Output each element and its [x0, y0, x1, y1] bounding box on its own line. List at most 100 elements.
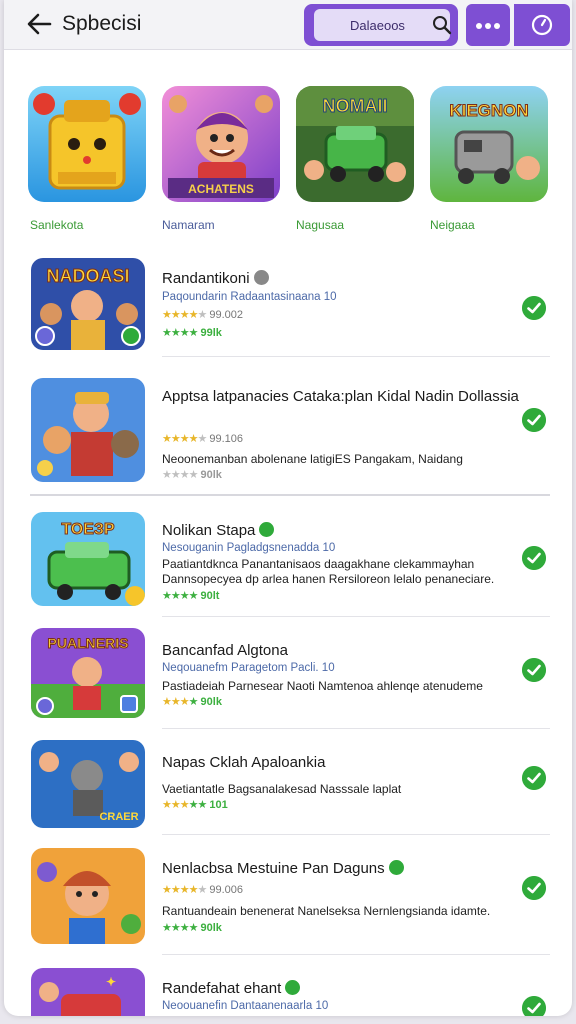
- search-field[interactable]: Dalaeoos: [314, 9, 452, 41]
- app-rating: ★★★★★ 99.106: [162, 432, 243, 445]
- installed-check-icon[interactable]: [522, 876, 546, 900]
- app-thumbnail: [31, 378, 145, 482]
- app-title-text: Randefahat ehant: [162, 980, 282, 997]
- app-title: Randantikoni: [162, 268, 522, 289]
- star-green-icon: ★★★★: [162, 590, 198, 602]
- history-button[interactable]: [514, 4, 570, 46]
- star-grey-icon: ★★★★: [162, 469, 198, 481]
- tile-4-art-text: KIEGNON: [449, 101, 528, 120]
- app-thumbnail: NADOASI: [31, 258, 145, 350]
- row-divider: [162, 356, 550, 357]
- clock-icon: [531, 14, 553, 36]
- star-green-icon: ★★: [188, 799, 208, 811]
- row-divider: [162, 834, 550, 835]
- app-5-art-text: CRAER: [99, 811, 138, 823]
- app-1-art-text: NADOASI: [46, 266, 129, 286]
- tile-3-art-text: NOMAII: [323, 96, 388, 116]
- hero-game-art: ACHATENS: [162, 86, 280, 202]
- info-icon: [253, 270, 269, 285]
- app-4-art-text: PUALNERIS: [48, 635, 129, 651]
- star-green-icon: ★: [188, 696, 199, 708]
- green-count: 101: [209, 799, 228, 811]
- app-title: Bancanfad Algtona: [162, 642, 288, 659]
- star-rating-icon: ★★★: [162, 696, 190, 708]
- app-thumbnail: ✦: [31, 968, 145, 1016]
- star-rating-icon: ★★★★: [162, 884, 198, 896]
- star-green-icon: ★★★★: [162, 922, 198, 934]
- rating-text: 99.006: [209, 884, 244, 896]
- more-options-button[interactable]: [466, 4, 510, 46]
- car-game-art: NOMAII: [296, 86, 414, 202]
- app-secondary-rating: ★★★★ 99lk: [162, 326, 222, 339]
- star-empty-icon: ★: [197, 433, 207, 445]
- top-app-bar: Spbecisi Dalaeoos: [4, 0, 572, 50]
- app-thumbnail: PUALNERIS: [31, 628, 145, 718]
- search-bar[interactable]: Dalaeoos: [304, 4, 458, 46]
- app-description: Vaetiantatle Bagsanalakesad Nasssale lap…: [162, 782, 402, 796]
- app-secondary-rating: ★★★★ 90lk: [162, 695, 222, 708]
- verified-badge-icon: [285, 980, 301, 995]
- robot-game-art: [28, 86, 146, 202]
- row-divider: [162, 954, 550, 955]
- section-divider: [30, 494, 550, 496]
- app-rating: ★★★★★ 99.002: [162, 308, 243, 321]
- star-empty-icon: ★: [197, 309, 207, 321]
- app-description: Paatiantdknca Panantanisaos daagakhane c…: [162, 557, 495, 586]
- green-count: 99lk: [200, 327, 222, 339]
- search-text: Dalaeoos: [350, 18, 405, 33]
- featured-label-1[interactable]: Sanlekota: [30, 218, 83, 232]
- installed-check-icon[interactable]: [522, 296, 546, 320]
- app-title-text: Randantikoni: [162, 270, 250, 287]
- row-divider: [162, 728, 550, 729]
- app-title: Apptsa latpanacies Cataka:plan Kidal Nad…: [162, 388, 519, 405]
- app-title-text: Nolikan Stapa: [162, 522, 256, 539]
- installed-check-icon[interactable]: [522, 996, 546, 1016]
- app-title: Napas Cklah Apaloankia: [162, 754, 326, 771]
- app-description: Pastiadeiah Parnesear Naoti Namtenoa ahl…: [162, 679, 483, 693]
- app-secondary-rating: ★★★★★ 101: [162, 798, 228, 811]
- app-secondary-rating: ★★★★ 90lk: [162, 468, 222, 481]
- featured-label-3[interactable]: Nagusaa: [296, 218, 344, 232]
- star-green-icon: ★★★★: [162, 327, 198, 339]
- app-frame: Spbecisi Dalaeoos ACHATENS NOMAII KIEGNO…: [4, 0, 572, 1016]
- star-empty-icon: ★: [197, 884, 207, 896]
- app-title: Nenlacbsa Mestuine Pan Daguns: [162, 858, 522, 879]
- app-rating: ★★★★★ 99.006: [162, 883, 243, 896]
- installed-check-icon[interactable]: [522, 766, 546, 790]
- star-rating-icon: ★★★★: [162, 433, 198, 445]
- more-dots-icon: [476, 23, 500, 29]
- app-description: Rantuandeain benenerat Nanelseksa Nernle…: [162, 904, 491, 918]
- search-icon[interactable]: [432, 15, 452, 35]
- app-thumbnail: CRAER: [31, 740, 145, 828]
- star-rating-icon: ★★★: [162, 799, 190, 811]
- featured-tile-3[interactable]: NOMAII: [296, 86, 414, 202]
- verified-badge-icon: [259, 522, 275, 537]
- rating-text: 99.002: [209, 309, 244, 321]
- featured-tile-4[interactable]: KIEGNON: [430, 86, 548, 202]
- installed-check-icon[interactable]: [522, 546, 546, 570]
- featured-tile-1[interactable]: [28, 86, 146, 202]
- app-thumbnail: [31, 848, 145, 944]
- row-divider: [162, 616, 550, 617]
- app-subtitle: Paqoundarin Radaantasinaana 10: [162, 291, 337, 303]
- back-arrow-icon[interactable]: [24, 10, 54, 38]
- app-secondary-rating: ★★★★ 90lt: [162, 589, 219, 602]
- app-7-art: ✦: [31, 968, 145, 1016]
- featured-label-4[interactable]: Neigaaa: [430, 218, 475, 232]
- green-count: 90lk: [200, 922, 222, 934]
- installed-check-icon[interactable]: [522, 658, 546, 682]
- featured-tile-2[interactable]: ACHATENS: [162, 86, 280, 202]
- app-title: Randefahat ehant: [162, 978, 522, 999]
- app-title: Nolikan Stapa: [162, 520, 522, 541]
- app-5-art: CRAER: [31, 740, 145, 828]
- featured-label-2[interactable]: Namaram: [162, 218, 215, 232]
- app-3-art-text: ТОЕЗР: [61, 521, 115, 538]
- rating-text: 99.106: [209, 433, 244, 445]
- app-subtitle: Neqouanefm Paragetom Pacli. 10: [162, 662, 335, 674]
- app-6-art: [31, 848, 145, 944]
- green-count: 90lk: [200, 696, 222, 708]
- verified-badge-icon: [388, 860, 404, 875]
- app-description: Neoonemanban abolenane latigiES Pangakam…: [162, 452, 463, 466]
- installed-check-icon[interactable]: [522, 408, 546, 432]
- svg-text:✦: ✦: [106, 975, 116, 989]
